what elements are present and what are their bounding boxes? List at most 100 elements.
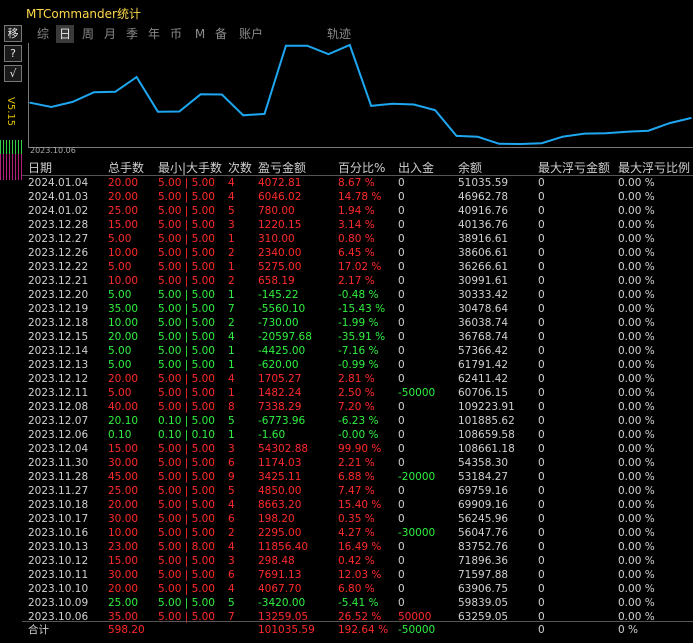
tab-yearly[interactable]: 年 <box>145 25 163 43</box>
row-pct: -5.41 % <box>338 597 379 609</box>
chart-start-date: 2023.10.06 <box>30 146 76 155</box>
row-balance: 59839.05 <box>458 597 509 609</box>
row-balance: 30333.42 <box>458 289 509 301</box>
row-count: 4 <box>228 177 235 189</box>
row-pnl: 4067.70 <box>258 583 302 595</box>
total-row: 合计 598.20 101035.59 192.64 % -50000 0 0 … <box>22 623 693 637</box>
row-io: 0 <box>398 569 405 581</box>
row-date: 2024.01.04 <box>28 177 89 189</box>
row-pnl: 1174.03 <box>258 457 302 469</box>
row-minmax: 5.00 | 5.00 <box>158 219 215 231</box>
row-maxdd: 0 <box>538 485 545 497</box>
row-balance: 108659.58 <box>458 429 515 441</box>
row-io: 0 <box>398 317 405 329</box>
balance-point <box>306 44 308 47</box>
row-pct: -0.99 % <box>338 359 379 371</box>
stats-panel: MTCommander统计 综 日 周 月 季 年 币 M 备 账户 轨迹 20… <box>22 0 693 643</box>
row-maxdd: 0 <box>538 261 545 273</box>
row-maxdd: 0 <box>538 541 545 553</box>
row-io: 0 <box>398 457 405 469</box>
row-maxdd: 0 <box>538 499 545 511</box>
balance-point <box>114 91 117 93</box>
total-label: 合计 <box>28 624 49 636</box>
row-pct: -6.23 % <box>338 415 379 427</box>
row-io: 0 <box>398 499 405 511</box>
row-pnl: 658.19 <box>258 275 295 287</box>
row-pct: 0.42 % <box>338 555 375 567</box>
balance-point <box>583 132 586 135</box>
row-balance: 38606.61 <box>458 247 509 259</box>
balance-point <box>455 135 458 137</box>
table-row: 2023.10.16 10.00 5.00 | 5.00 2 2295.00 4.27 %… <box>22 526 693 540</box>
col-balance: 余额 <box>458 161 483 175</box>
balance-point <box>29 101 31 104</box>
row-count: 5 <box>228 415 235 427</box>
tab-daily[interactable]: 日 <box>56 25 74 43</box>
row-pct: 6.45 % <box>338 247 375 259</box>
row-count: 9 <box>228 471 235 483</box>
row-lots: 5.00 <box>108 289 132 301</box>
row-balance: 36266.61 <box>458 261 509 273</box>
row-count: 1 <box>228 261 235 273</box>
row-pct: 8.67 % <box>338 177 375 189</box>
row-ddpct: 0.00 % <box>618 247 655 259</box>
row-date: 2023.12.14 <box>28 345 89 357</box>
row-pnl: 8663.20 <box>258 499 302 511</box>
move-button[interactable]: 移 <box>4 25 22 42</box>
row-maxdd: 0 <box>538 177 545 189</box>
help-button[interactable]: ? <box>4 45 22 62</box>
row-balance: 51035.59 <box>458 177 509 189</box>
confirm-button[interactable]: √ <box>4 65 22 82</box>
row-ddpct: 0.00 % <box>618 261 655 273</box>
total-io: -50000 <box>398 624 436 636</box>
row-balance: 83752.76 <box>458 541 509 553</box>
tab-symbol[interactable]: 币 <box>167 25 185 43</box>
row-ddpct: 0.00 % <box>618 401 655 413</box>
tab-monthly[interactable]: 月 <box>101 25 119 43</box>
col-minmax: 最小|大手数 <box>158 161 223 175</box>
row-lots: 5.00 <box>108 359 132 371</box>
row-date: 2023.10.10 <box>28 583 89 595</box>
balance-point <box>370 105 372 107</box>
row-count: 4 <box>228 499 235 511</box>
row-balance: 46962.78 <box>458 191 509 203</box>
tab-account[interactable]: 账户 <box>236 25 266 43</box>
total-pnl: 101035.59 <box>258 624 315 636</box>
row-io: 0 <box>398 261 405 273</box>
row-maxdd: 0 <box>538 401 545 413</box>
row-lots: 20.10 <box>108 415 139 427</box>
row-minmax: 5.00 | 5.00 <box>158 289 215 301</box>
row-maxdd: 0 <box>538 471 545 483</box>
row-pnl: 1220.15 <box>258 219 302 231</box>
row-io: 0 <box>398 233 405 245</box>
row-pnl: -20597.68 <box>258 331 312 343</box>
row-date: 2023.12.28 <box>28 219 89 231</box>
row-pnl: -5560.10 <box>258 303 306 315</box>
tab-magic[interactable]: M <box>191 25 209 43</box>
table-row: 2023.12.15 20.00 5.00 | 5.00 4 -20597.68 -35.… <box>22 330 693 344</box>
row-ddpct: 0.00 % <box>618 485 655 497</box>
balance-point <box>626 130 628 133</box>
row-date: 2023.12.26 <box>28 247 89 259</box>
row-count: 1 <box>228 345 235 357</box>
row-minmax: 0.10 | 5.00 <box>158 415 215 427</box>
tab-weekly[interactable]: 周 <box>79 25 97 43</box>
tab-quarterly[interactable]: 季 <box>123 25 141 43</box>
row-pnl: -1.60 <box>258 429 286 441</box>
row-pct: 7.20 % <box>338 401 375 413</box>
tab-trajectory[interactable]: 轨迹 <box>324 25 354 43</box>
balance-point <box>604 132 607 135</box>
row-lots: 20.00 <box>108 191 139 203</box>
row-balance: 101885.62 <box>458 415 515 427</box>
tab-summary[interactable]: 综 <box>34 25 52 43</box>
row-balance: 69759.16 <box>458 485 509 497</box>
row-maxdd: 0 <box>538 457 545 469</box>
row-pct: 17.02 % <box>338 261 382 273</box>
row-pct: 2.17 % <box>338 275 375 287</box>
row-minmax: 5.00 | 5.00 <box>158 527 215 539</box>
balance-point <box>93 91 95 94</box>
panel-title: MTCommander统计 <box>26 7 141 21</box>
row-io: 0 <box>398 429 405 441</box>
tab-notes[interactable]: 备 <box>212 25 230 43</box>
row-pct: -1.99 % <box>338 317 379 329</box>
